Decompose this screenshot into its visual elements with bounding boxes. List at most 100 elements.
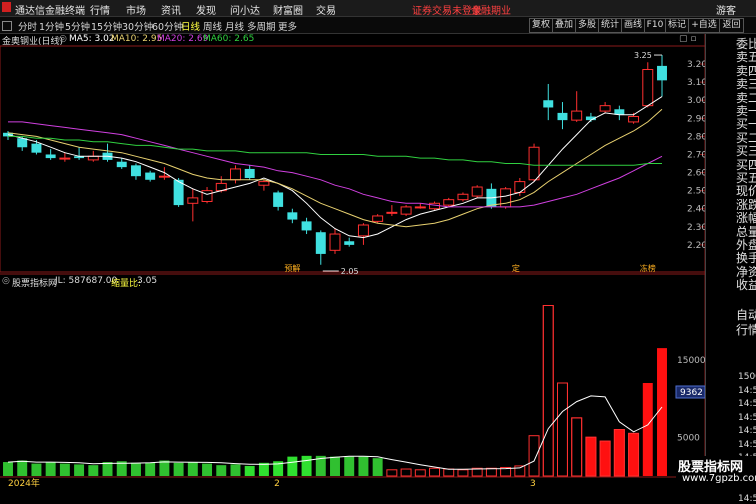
volume-bar-down	[74, 464, 85, 476]
candle-body-up	[599, 105, 611, 112]
volume-bar-up	[557, 382, 568, 477]
volume-bar-down	[344, 456, 355, 476]
vol-time-tick: 14:50	[738, 385, 756, 396]
candle-body-down	[301, 221, 312, 231]
candle-body-up	[230, 168, 241, 181]
volume-bar-up	[542, 305, 554, 477]
quote-side-panel: 委比 卖五 卖四 卖三 卖二 卖一 买一 买二 买三 买四 买五 现价 涨跌 涨幅 总量 外盘 换手 净资 收益 自动…	[705, 34, 756, 504]
volume-bar-down	[159, 460, 170, 476]
volume-bar-down	[45, 462, 56, 476]
high-price-annotation: 3.25	[634, 51, 652, 60]
time-axis-label: 2024年	[8, 477, 40, 487]
volume-bar-down	[372, 458, 383, 476]
candle-body-up	[414, 206, 426, 209]
candle-body-up	[628, 116, 640, 123]
candle-body-up	[443, 199, 455, 206]
volume-bar-down	[17, 460, 28, 476]
time-axis-label: 2	[274, 479, 280, 487]
volume-tick-label: 15000	[677, 356, 706, 366]
volume-bar-up	[414, 469, 426, 477]
candle-body-down	[116, 161, 127, 168]
volume-bar-up	[571, 417, 583, 477]
volume-bar-up	[642, 383, 653, 476]
candle-body-down	[557, 112, 568, 121]
event-marker[interactable]: 预解	[284, 263, 300, 273]
volume-bar-down	[3, 462, 13, 476]
volume-bar-up	[528, 435, 540, 477]
candle-body-up	[357, 224, 369, 237]
volume-bar-down	[216, 465, 227, 476]
candle-body-up	[201, 190, 213, 202]
volume-bar-down	[301, 455, 312, 476]
volume-bar-up	[485, 467, 497, 477]
candle-body-down	[130, 165, 141, 177]
volume-bar-down	[244, 465, 255, 476]
candle-body-down	[31, 143, 42, 153]
volume-bar-down	[31, 463, 42, 476]
candle-body-up	[571, 110, 583, 121]
candle-body-up	[457, 193, 469, 201]
event-marker[interactable]: 定	[512, 263, 520, 273]
volume-bar-down	[202, 463, 213, 476]
volume-bar-down	[187, 462, 198, 476]
volume-bar-down	[145, 462, 156, 476]
candle-body-up	[158, 175, 170, 178]
current-volume-value: 9362	[680, 388, 703, 398]
candle-body-up	[514, 181, 526, 193]
candle-body-down	[287, 212, 298, 220]
volume-bar-down	[102, 462, 113, 476]
volume-bar-down	[330, 456, 340, 476]
candle-body-down	[657, 65, 667, 81]
volume-bar-up	[628, 432, 640, 477]
vol-time-tick: 14:50	[738, 412, 756, 423]
candle-body-down	[315, 232, 326, 254]
watermark: 股票指标网 www.7gpzb.com	[676, 456, 756, 487]
candle-body-up	[87, 155, 99, 161]
volume-bar-up	[429, 467, 440, 477]
candle-body-up	[329, 233, 341, 251]
volume-bar-down	[230, 464, 241, 476]
volume-bar-down	[173, 462, 184, 476]
volume-bar-down	[358, 456, 369, 476]
candle-body-up	[59, 157, 71, 160]
candle-body-up	[258, 181, 270, 186]
volume-bar-down	[59, 463, 70, 476]
vol-time-tick: 14:50	[738, 426, 756, 436]
candle-body-up	[642, 69, 654, 107]
candle-body-down	[543, 100, 554, 108]
volume-bar-up	[585, 436, 597, 477]
volume-bar-up	[599, 440, 611, 477]
volume-bar-up	[557, 382, 568, 477]
ma10-line	[7, 108, 663, 228]
volume-bar-up	[443, 468, 455, 477]
candle-body-down	[45, 154, 56, 159]
volume-bar-down	[287, 456, 298, 476]
candlestick-chart[interactable]: 3.203.103.002.902.802.702.602.502.402.30…	[0, 0, 756, 487]
low-price-annotation: 2.05	[341, 267, 359, 276]
candle-body-up	[372, 215, 384, 222]
volume-bar-up	[386, 469, 398, 477]
candle-body-up	[187, 197, 199, 204]
candle-body-down	[273, 192, 284, 207]
volume-bar-up	[613, 429, 625, 477]
volume-tick-label: 5000	[677, 433, 700, 443]
vol-time-tick: 14:50	[738, 493, 756, 504]
candle-body-up	[528, 146, 540, 181]
volume-bar-up	[571, 417, 583, 477]
time-axis-label: 3	[530, 479, 536, 487]
ma20-line	[8, 121, 663, 208]
candle-body-down	[244, 168, 255, 178]
event-marker[interactable]: 冻榜	[640, 263, 656, 273]
candle-body-up	[386, 211, 398, 214]
candle-body-down	[344, 241, 355, 245]
candle-body-down	[145, 172, 156, 180]
vol-panel-label[interactable]: 行情	[736, 321, 756, 338]
volume-bar-down	[88, 465, 99, 476]
vol-time-tick: 15000	[738, 372, 756, 382]
volume-bar-up	[542, 305, 554, 477]
vol-time-tick: 14:50	[738, 439, 756, 450]
quote-field-label[interactable]: 收益	[736, 276, 756, 293]
candle-body-up	[471, 186, 483, 197]
candle-body-up	[400, 206, 412, 215]
volume-bar-down	[130, 462, 141, 476]
